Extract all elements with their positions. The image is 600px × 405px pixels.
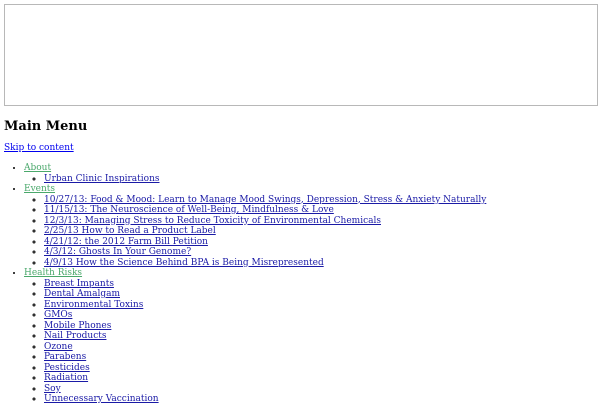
menu-item-about: About Urban Clinic Inspirations: [24, 163, 486, 184]
submenu-link[interactable]: 12/3/13: Managing Stress to Reduce Toxic…: [44, 216, 381, 226]
submenu-item: Unnecessary Vaccination: [44, 394, 486, 405]
submenu-health-risks: Breast Impants Dental Amalgam Environmen…: [24, 279, 486, 405]
submenu-link[interactable]: Nail Products: [44, 331, 106, 341]
menu-link-events[interactable]: Events: [24, 184, 55, 194]
submenu-link[interactable]: Mobile Phones: [44, 321, 111, 331]
submenu-item: 4/21/12: the 2012 Farm Bill Petition: [44, 237, 486, 248]
submenu-link[interactable]: GMOs: [44, 310, 72, 320]
menu-item-health-risks: Health Risks Breast Impants Dental Amalg…: [24, 268, 486, 405]
submenu-link[interactable]: Breast Impants: [44, 279, 114, 289]
submenu-item: Environmental Toxins: [44, 300, 486, 311]
submenu-item: Breast Impants: [44, 279, 486, 290]
submenu-link[interactable]: 11/15/13: The Neuroscience of Well-Being…: [44, 205, 334, 215]
submenu-item: GMOs: [44, 310, 486, 321]
submenu-link[interactable]: 10/27/13: Food & Mood: Learn to Manage M…: [44, 195, 486, 205]
submenu-item: Pesticides: [44, 363, 486, 374]
submenu-item: 12/3/13: Managing Stress to Reduce Toxic…: [44, 216, 486, 227]
submenu-link[interactable]: Unnecessary Vaccination: [44, 394, 159, 404]
menu-item-events: Events 10/27/13: Food & Mood: Learn to M…: [24, 184, 486, 268]
menu-link-about[interactable]: About: [24, 163, 51, 173]
main-menu: About Urban Clinic Inspirations Events 1…: [4, 163, 486, 405]
submenu-item: Dental Amalgam: [44, 289, 486, 300]
submenu-link[interactable]: Urban Clinic Inspirations: [44, 174, 160, 184]
submenu-item: 10/27/13: Food & Mood: Learn to Manage M…: [44, 195, 486, 206]
submenu-item: Mobile Phones: [44, 321, 486, 332]
submenu-link[interactable]: Environmental Toxins: [44, 300, 143, 310]
submenu-item: Nail Products: [44, 331, 486, 342]
submenu-item: Urban Clinic Inspirations: [44, 174, 486, 185]
submenu-about: Urban Clinic Inspirations: [24, 174, 486, 185]
skip-to-content-link[interactable]: Skip to content: [4, 143, 74, 154]
menu-link-health-risks[interactable]: Health Risks: [24, 268, 82, 278]
submenu-link[interactable]: Soy: [44, 384, 61, 394]
header-banner: [4, 4, 598, 106]
submenu-link[interactable]: Dental Amalgam: [44, 289, 120, 299]
submenu-item: Radiation: [44, 373, 486, 384]
submenu-item: 11/15/13: The Neuroscience of Well-Being…: [44, 205, 486, 216]
submenu-item: 2/25/13 How to Read a Product Label: [44, 226, 486, 237]
submenu-item: Ozone: [44, 342, 486, 353]
submenu-link[interactable]: 4/21/12: the 2012 Farm Bill Petition: [44, 237, 208, 247]
submenu-item: 4/9/13 How the Science Behind BPA is Bei…: [44, 258, 486, 269]
submenu-link[interactable]: 2/25/13 How to Read a Product Label: [44, 226, 216, 236]
main-menu-title: Main Menu: [4, 119, 88, 134]
submenu-link[interactable]: Ozone: [44, 342, 73, 352]
submenu-events: 10/27/13: Food & Mood: Learn to Manage M…: [24, 195, 486, 269]
submenu-link[interactable]: 4/3/12: Ghosts In Your Genome?: [44, 247, 191, 257]
submenu-link[interactable]: Pesticides: [44, 363, 90, 373]
submenu-item: Parabens: [44, 352, 486, 363]
submenu-item: 4/3/12: Ghosts In Your Genome?: [44, 247, 486, 258]
submenu-item: Soy: [44, 384, 486, 395]
submenu-link[interactable]: 4/9/13 How the Science Behind BPA is Bei…: [44, 258, 324, 268]
submenu-link[interactable]: Radiation: [44, 373, 88, 383]
submenu-link[interactable]: Parabens: [44, 352, 86, 362]
